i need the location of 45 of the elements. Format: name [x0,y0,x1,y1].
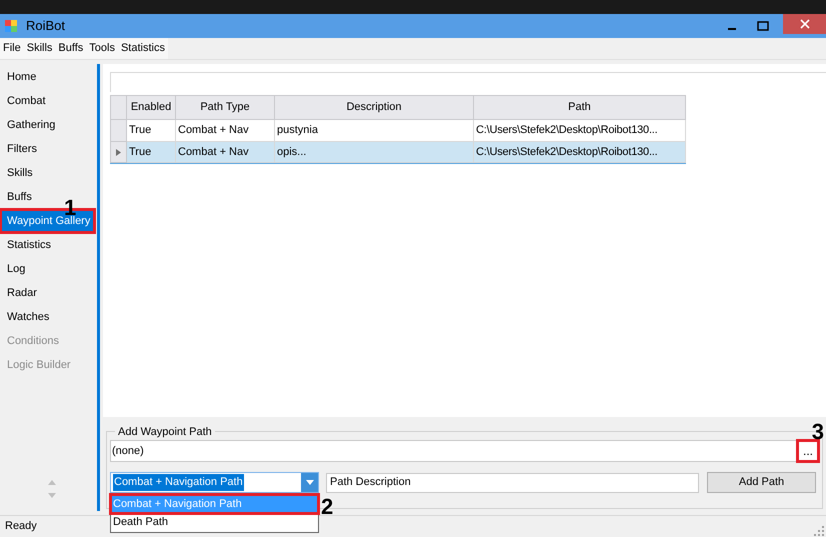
browse-button[interactable]: ... [799,442,817,460]
column-header[interactable]: Path [474,95,686,120]
close-button[interactable] [783,14,826,34]
table-cell: Combat + Nav [176,142,275,163]
sidebar-item[interactable]: Watches [4,306,52,328]
sidebar-item[interactable]: Log [4,258,28,280]
column-header[interactable]: Description [275,95,474,120]
table-row[interactable]: True Combat + Nav pustynia C:\Users\Stefek2\Desktop\Roibot130... [110,120,686,142]
resize-grip-icon[interactable] [814,526,824,536]
dropdown-option[interactable]: Death Path [111,513,318,531]
caret-icon [306,480,314,485]
status-text: Ready [5,519,37,534]
menu-item[interactable]: Tools [86,38,118,59]
table-cell: opis... [275,142,474,163]
add-path-button[interactable]: Add Path [707,472,816,493]
row-header-corner [110,95,127,120]
dropdown-value: Combat + Navigation Path [113,474,244,491]
sidebar-item[interactable]: Statistics [4,234,54,256]
menu-item[interactable]: Buffs [55,38,86,59]
menu-item[interactable]: Statistics [118,38,168,59]
sidebar-item[interactable]: Filters [4,138,40,160]
table-cell: True [127,142,176,163]
sidebar-item[interactable]: Combat [4,90,49,112]
sidebar-item[interactable]: Buffs [4,186,35,208]
description-value: Path Description [330,475,411,490]
window-title: RoiBot [26,17,66,36]
app-icon [4,19,18,33]
row-header[interactable] [110,142,127,163]
current-row-icon [116,148,121,156]
dropdown-arrow-button[interactable] [301,473,318,492]
annotation-number: 2 [321,496,334,518]
sidebar-item[interactable]: Gathering [4,114,58,136]
sidebar-item[interactable]: Home [4,66,40,88]
close-icon [800,19,810,29]
table-cell: C:\Users\Stefek2\Desktop\Roibot130... [474,142,686,163]
sidebar-item[interactable]: Skills [4,162,36,184]
menu-item[interactable]: Skills [24,38,56,59]
menu-item[interactable]: File [0,38,24,59]
table-row[interactable]: True Combat + Nav opis... C:\Users\Stefek2\Desktop\Roibot130... [110,142,686,164]
sidebar-item[interactable]: Radar [4,282,40,304]
annotation-number: 3 [812,421,824,443]
path-value: (none) [112,444,144,459]
maximize-icon[interactable] [757,21,769,31]
description-field[interactable]: Path Description [326,472,699,492]
group-title: Add Waypoint Path [115,424,215,440]
